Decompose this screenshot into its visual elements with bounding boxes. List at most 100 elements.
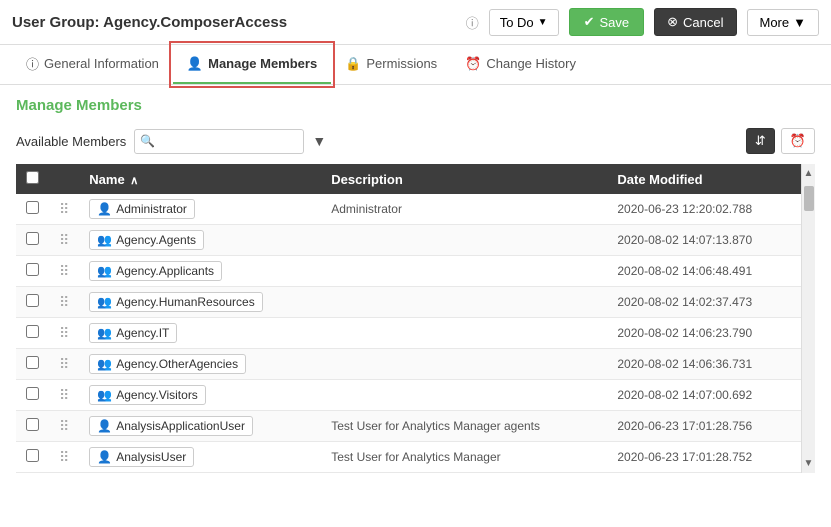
row-checkbox[interactable] [26,387,39,400]
drag-handle-icon[interactable]: ⠿ [59,325,69,341]
tab-manage-members[interactable]: 👤 Manage Members [173,45,331,84]
row-date-modified: 2020-08-02 14:07:13.870 [607,225,801,256]
table-row: ⠿ 👤 AnalysisApplicationUser Test User for A… [16,411,801,442]
clock-icon: ⏰ [465,56,481,72]
drag-handle-icon[interactable]: ⠿ [59,418,69,434]
drag-handle-icon[interactable]: ⠿ [59,201,69,217]
table-row: ⠿ 👥Agency.Applicants 2020-08-02 14:06:48.4… [16,256,801,287]
clock-view-button[interactable]: ⏰ [781,128,815,154]
row-description [321,380,607,411]
save-check-icon: ✔ [584,14,595,30]
member-name-tag[interactable]: 👤 AnalysisApplicationUser [89,416,253,436]
drag-handle-icon[interactable]: ⠿ [59,449,69,465]
table-row: ⠿ 👥Agency.Agents 2020-08-02 14:07:13.870 [16,225,801,256]
table-row: ⠿👥Agency.IT2020-08-02 14:06:23.790 [16,318,801,349]
row-description [321,287,607,318]
row-date-modified: 2020-08-02 14:06:48.491 [607,256,801,287]
row-date-modified: 2020-06-23 17:01:28.756 [607,411,801,442]
row-checkbox[interactable] [26,294,39,307]
sort-toggle-button[interactable]: ⇵ [746,128,775,154]
member-name-tag[interactable]: 👥Agency.Agents [89,230,204,250]
drag-handle-icon[interactable]: ⠿ [59,356,69,372]
drag-handle-icon[interactable]: ⠿ [59,387,69,403]
row-date-modified: 2020-06-23 12:20:02.788 [607,194,801,225]
cancel-x-icon: ⊗ [667,14,678,30]
save-button[interactable]: ✔ Save [569,8,645,36]
member-name-text: Agency.Visitors [116,388,198,402]
more-button[interactable]: More ▼ [747,9,820,36]
row-checkbox[interactable] [26,232,39,245]
col-date-modified: Date Modified [607,164,801,194]
todo-button[interactable]: To Do ▼ [489,9,559,36]
row-date-modified: 2020-06-23 17:01:28.752 [607,442,801,473]
available-members-label: Available Members [16,134,126,149]
row-description: Test User for Analytics Manager agents [321,411,607,442]
col-drag [49,164,79,194]
sort-arrow-icon: ∧ [130,175,138,187]
member-name-text: AnalysisApplicationUser [116,419,245,433]
member-name-text: Agency.HumanResources [116,295,255,309]
scroll-down-arrow-icon[interactable]: ▼ [802,456,815,471]
drag-handle-icon[interactable]: ⠿ [59,294,69,310]
section-title: Manage Members [16,97,815,114]
cancel-button[interactable]: ⊗ Cancel [654,8,736,36]
info-icon: ⓘ [26,54,39,73]
members-table: Name ∧ Description Date Modified ⠿👤Admin… [16,164,801,473]
member-name-text: Agency.OtherAgencies [116,357,238,371]
tab-permissions[interactable]: 🔒 Permissions [331,45,451,84]
row-checkbox[interactable] [26,356,39,369]
member-name-text: Administrator [116,202,187,216]
drag-handle-icon[interactable]: ⠿ [59,263,69,279]
col-description: Description [321,164,607,194]
members-bar: Available Members 🔍 ▼ ⇵ ⏰ [16,128,815,154]
member-name-tag[interactable]: 👤AnalysisUser [89,447,194,467]
row-description [321,318,607,349]
row-checkbox[interactable] [26,263,39,276]
member-name-tag[interactable]: 👥Agency.Applicants [89,261,222,281]
row-description [321,349,607,380]
member-name-tag[interactable]: 👥 Agency.Visitors [89,385,206,405]
tab-general-information[interactable]: ⓘ General Information [12,45,173,84]
search-input[interactable] [134,129,304,154]
member-name-tag[interactable]: 👥 Agency.HumanResources [89,292,262,312]
group-member-icon: 👥 [97,233,112,247]
todo-chevron-icon: ▼ [538,17,548,28]
row-description: Test User for Analytics Manager [321,442,607,473]
tab-change-history[interactable]: ⏰ Change History [451,45,590,84]
tab-bar: ⓘ General Information 👤 Manage Members 🔒… [0,45,831,85]
select-all-checkbox[interactable] [26,171,39,184]
group-member-icon: 👥 [97,295,112,309]
scroll-up-arrow-icon[interactable]: ▲ [802,166,815,181]
more-chevron-icon: ▼ [793,15,806,30]
member-name-text: Agency.Applicants [116,264,214,278]
table-row: ⠿ 👤AdministratorAdministrator 2020-06-23 1… [16,194,801,225]
member-name-tag[interactable]: 👥Agency.IT [89,323,177,343]
row-description [321,256,607,287]
user-member-icon: 👤 [97,419,112,433]
user-icon: 👤 [187,56,203,72]
row-checkbox[interactable] [26,418,39,431]
row-date-modified: 2020-08-02 14:06:36.731 [607,349,801,380]
col-checkbox [16,164,49,194]
member-name-tag[interactable]: 👥Agency.OtherAgencies [89,354,246,374]
user-member-icon: 👤 [97,450,112,464]
col-name[interactable]: Name ∧ [79,164,321,194]
member-name-tag[interactable]: 👤Administrator [89,199,195,219]
group-member-icon: 👥 [97,388,112,402]
help-icon[interactable]: ⓘ [466,13,479,32]
search-input-wrap: 🔍 [134,129,304,154]
drag-handle-icon[interactable]: ⠿ [59,232,69,248]
filter-icon[interactable]: ▼ [312,133,326,149]
lock-icon: 🔒 [345,56,361,72]
content-area: Manage Members Available Members 🔍 ▼ ⇵ ⏰ [0,85,831,485]
row-description [321,225,607,256]
page-header: User Group: Agency.ComposerAccess ⓘ To D… [0,0,831,45]
table-row: ⠿ 👥Agency.OtherAgencies 2020-08-02 14:06:3… [16,349,801,380]
row-checkbox[interactable] [26,449,39,462]
table-row: ⠿👥Agency.HumanResources2020-08-02 14:02:… [16,287,801,318]
scrollbar-right[interactable]: ▲ ▼ [801,164,815,473]
table-wrapper: Name ∧ Description Date Modified ⠿👤Admin… [16,164,815,473]
row-checkbox[interactable] [26,325,39,338]
row-checkbox[interactable] [26,201,39,214]
table-row: ⠿👥Agency.Visitors2020-08-02 14:07:00.692 [16,380,801,411]
